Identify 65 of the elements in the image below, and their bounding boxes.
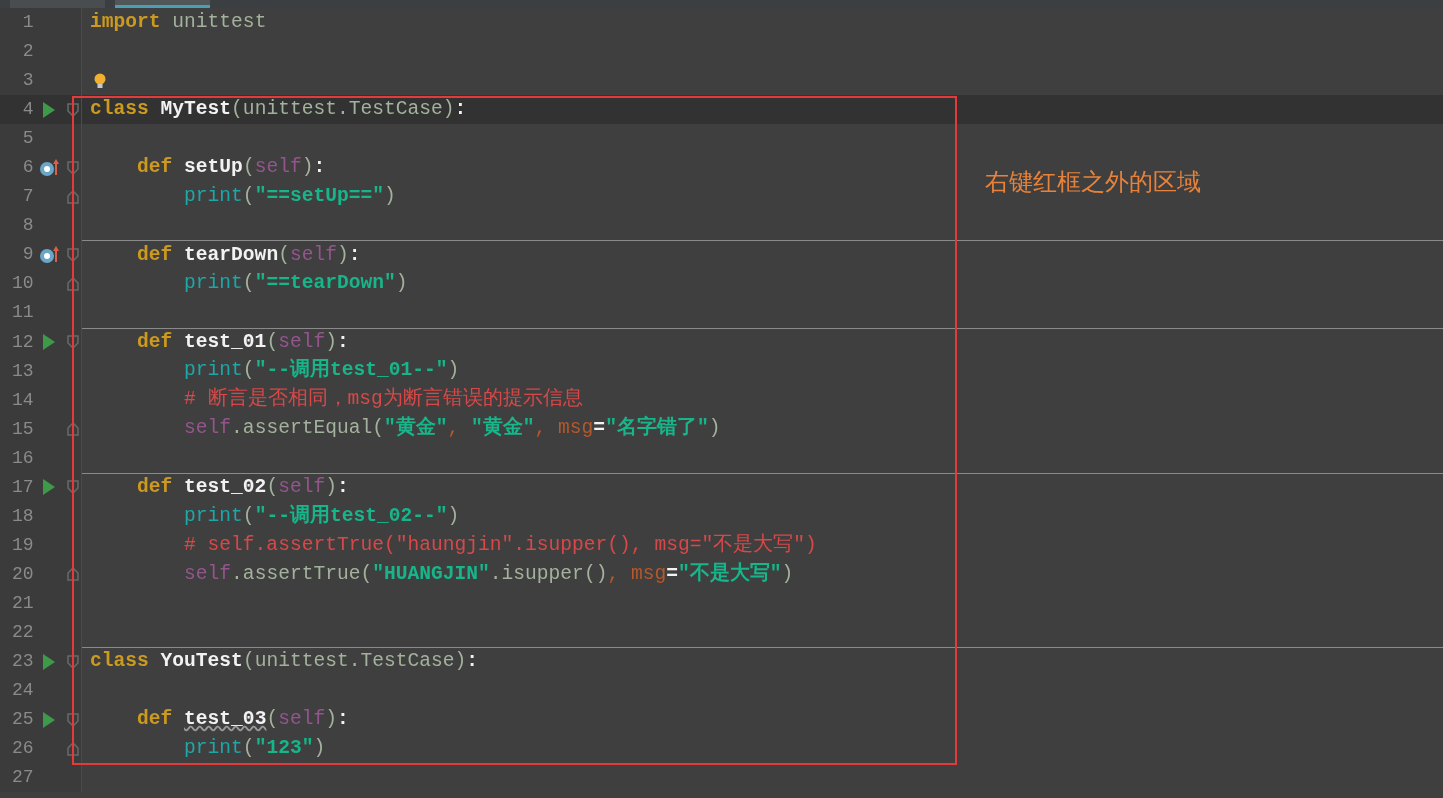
code-line: print("123") (184, 736, 326, 761)
line-number: 26 (10, 737, 34, 761)
override-icon[interactable] (39, 245, 60, 264)
line-number: 11 (10, 301, 34, 325)
line-number: 19 (10, 533, 34, 557)
fold-icon[interactable] (67, 712, 80, 727)
line-number: 16 (10, 446, 34, 470)
code-line: def tearDown(self): (137, 242, 361, 268)
line-number: 6 (21, 156, 34, 180)
line-number: 3 (21, 69, 34, 93)
line-number: 13 (10, 359, 34, 383)
code-line: import unittest (90, 9, 267, 35)
line-number: 14 (10, 388, 34, 412)
fold-icon[interactable] (67, 567, 80, 582)
line-number: 25 (10, 708, 34, 732)
line-number: 22 (10, 621, 34, 644)
line-number: 5 (21, 127, 34, 151)
line-number: 12 (10, 330, 34, 354)
line-number: 17 (10, 475, 34, 499)
fold-icon[interactable] (67, 335, 80, 350)
annotation-text: 右键红框之外的区域 (985, 167, 1201, 198)
line-number: 20 (10, 562, 34, 586)
code-line: def test_01(self): (137, 329, 349, 355)
code-line: class YouTest(unittest.TestCase): (90, 649, 479, 675)
line-number: 21 (10, 591, 34, 615)
fold-icon[interactable] (67, 247, 80, 262)
run-icon[interactable] (43, 479, 56, 496)
override-icon[interactable] (39, 158, 60, 177)
line-number: 10 (10, 272, 34, 296)
code-line: # self.assertTrue("haungjin".isupper(), msg="不是大写") (184, 532, 817, 558)
line-number: 8 (21, 214, 34, 238)
code-line: print("--调用test_01--") (184, 357, 460, 384)
run-icon[interactable] (43, 334, 56, 351)
code-line: class MyTest(unittest.TestCase): (90, 96, 467, 122)
code-line: print("--调用test_02--") (184, 503, 460, 529)
code-line: def setUp(self): (137, 155, 326, 181)
line-number: 15 (10, 417, 34, 441)
line-number: 24 (10, 679, 34, 703)
fold-icon[interactable] (67, 741, 80, 756)
fold-icon[interactable] (67, 422, 80, 437)
code-line: def test_03(self): (137, 706, 349, 732)
line-number: 7 (21, 185, 34, 209)
line-number: 27 (10, 766, 34, 790)
run-icon[interactable] (43, 101, 56, 118)
fold-icon[interactable] (67, 480, 80, 495)
fold-icon[interactable] (67, 102, 80, 117)
fold-icon[interactable] (67, 189, 80, 204)
code-line: # 断言是否相同，msg为断言错误的提示信息 (184, 386, 583, 413)
fold-icon[interactable] (67, 654, 80, 669)
line-number: 23 (10, 650, 34, 674)
line-number: 2 (21, 40, 34, 64)
fold-icon[interactable] (67, 160, 80, 175)
line-number: 9 (21, 243, 34, 267)
code-line: def test_02(self): (137, 475, 349, 501)
code-line: self.assertTrue("HUANGJIN".isupper(), msg="不是大写") (184, 561, 794, 587)
line-number: 18 (10, 504, 34, 528)
code-line: self.assertEqual("黄金", "黄金", msg="名字错了") (184, 414, 721, 442)
code-line: print("==tearDown") (184, 271, 408, 297)
run-icon[interactable] (43, 653, 56, 670)
editor-tab[interactable] (115, 0, 210, 8)
fold-icon[interactable] (67, 276, 80, 291)
line-number: 1 (21, 11, 34, 34)
line-number: 4 (21, 98, 34, 122)
run-icon[interactable] (43, 711, 56, 728)
code-line: print("==setUp==") (184, 184, 396, 210)
